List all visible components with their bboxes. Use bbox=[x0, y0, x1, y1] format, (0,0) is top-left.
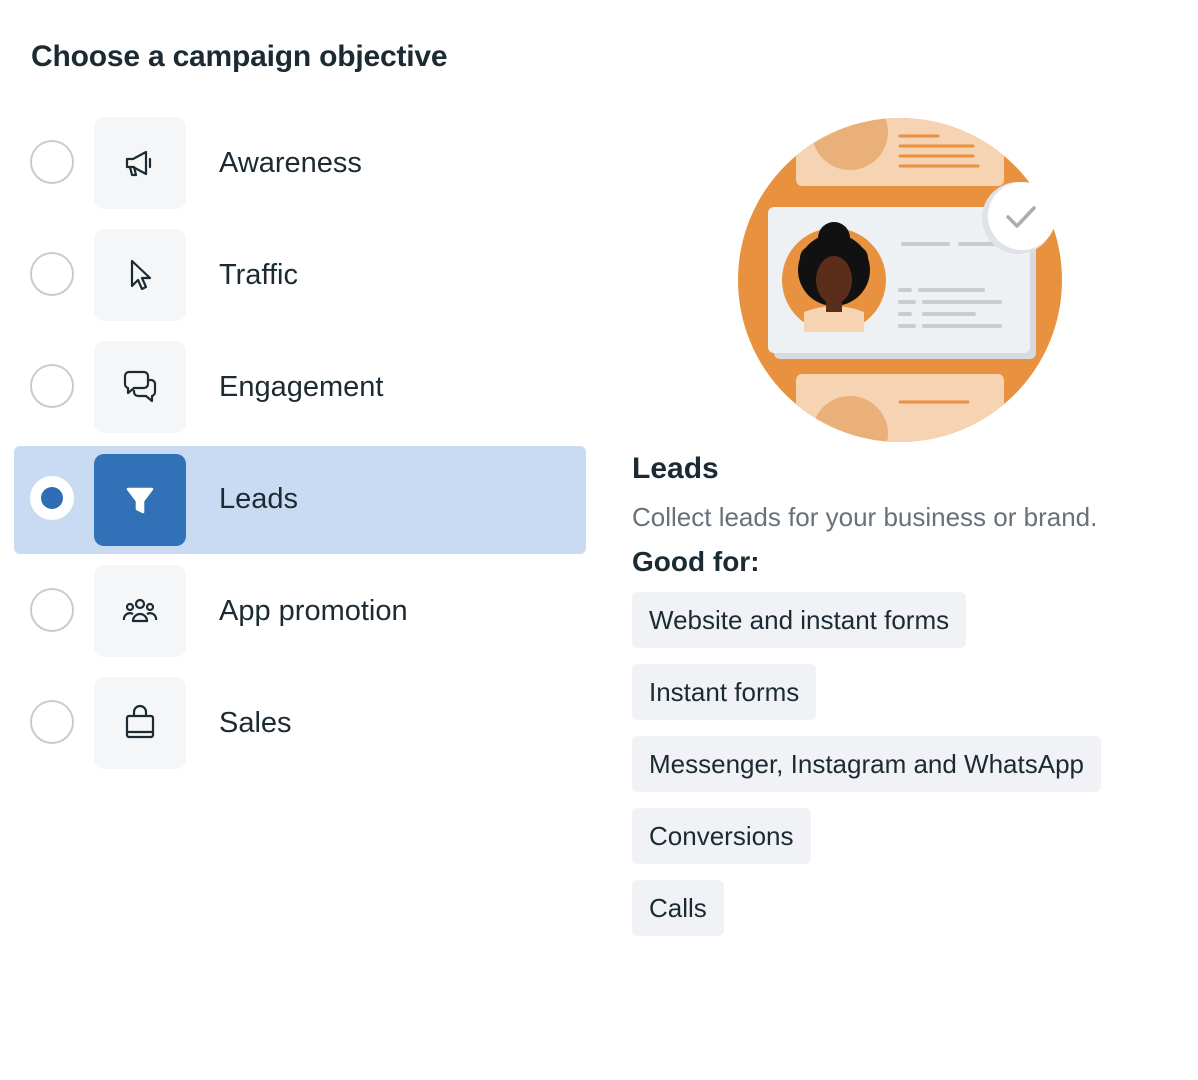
radio-awareness[interactable] bbox=[30, 140, 74, 184]
radio-leads[interactable] bbox=[30, 476, 74, 520]
objective-label-engagement: Engagement bbox=[219, 371, 384, 403]
good-for-chip: Conversions bbox=[632, 808, 811, 864]
radio-traffic[interactable] bbox=[30, 252, 74, 296]
shopping-bag-icon bbox=[94, 677, 186, 769]
detail-title: Leads bbox=[632, 452, 719, 485]
objective-detail-panel: Leads Collect leads for your business or… bbox=[632, 452, 1192, 952]
objective-sales[interactable]: Sales bbox=[14, 677, 586, 770]
leads-illustration bbox=[738, 118, 1062, 442]
objective-label-app-promotion: App promotion bbox=[219, 595, 408, 627]
objective-list: Awareness Traffic Engagement Leads App p… bbox=[14, 117, 586, 789]
good-for-chips: Website and instant forms Instant forms … bbox=[632, 592, 1192, 952]
radio-engagement[interactable] bbox=[30, 364, 74, 408]
objective-traffic[interactable]: Traffic bbox=[14, 229, 586, 322]
objective-label-sales: Sales bbox=[219, 707, 292, 739]
radio-app-promotion[interactable] bbox=[30, 588, 74, 632]
chat-bubbles-icon bbox=[94, 341, 186, 433]
people-icon bbox=[94, 565, 186, 657]
objective-awareness[interactable]: Awareness bbox=[14, 117, 586, 210]
cursor-icon bbox=[94, 229, 186, 321]
objective-label-traffic: Traffic bbox=[219, 259, 298, 291]
radio-selected-dot bbox=[41, 487, 63, 509]
objective-engagement[interactable]: Engagement bbox=[14, 341, 586, 434]
megaphone-icon bbox=[94, 117, 186, 209]
funnel-icon bbox=[94, 454, 186, 546]
good-for-chip: Calls bbox=[632, 880, 724, 936]
good-for-chip: Messenger, Instagram and WhatsApp bbox=[632, 736, 1102, 792]
page-title: Choose a campaign objective bbox=[31, 40, 448, 73]
objective-label-leads: Leads bbox=[219, 483, 299, 515]
objective-app-promotion[interactable]: App promotion bbox=[14, 565, 586, 658]
objective-leads[interactable]: Leads bbox=[14, 446, 586, 554]
good-for-chip: Instant forms bbox=[632, 664, 817, 720]
good-for-chip: Website and instant forms bbox=[632, 592, 967, 648]
good-for-label: Good for: bbox=[632, 546, 760, 577]
detail-description: Collect leads for your business or brand… bbox=[632, 502, 1098, 532]
radio-sales[interactable] bbox=[30, 700, 74, 744]
objective-label-awareness: Awareness bbox=[219, 147, 362, 179]
